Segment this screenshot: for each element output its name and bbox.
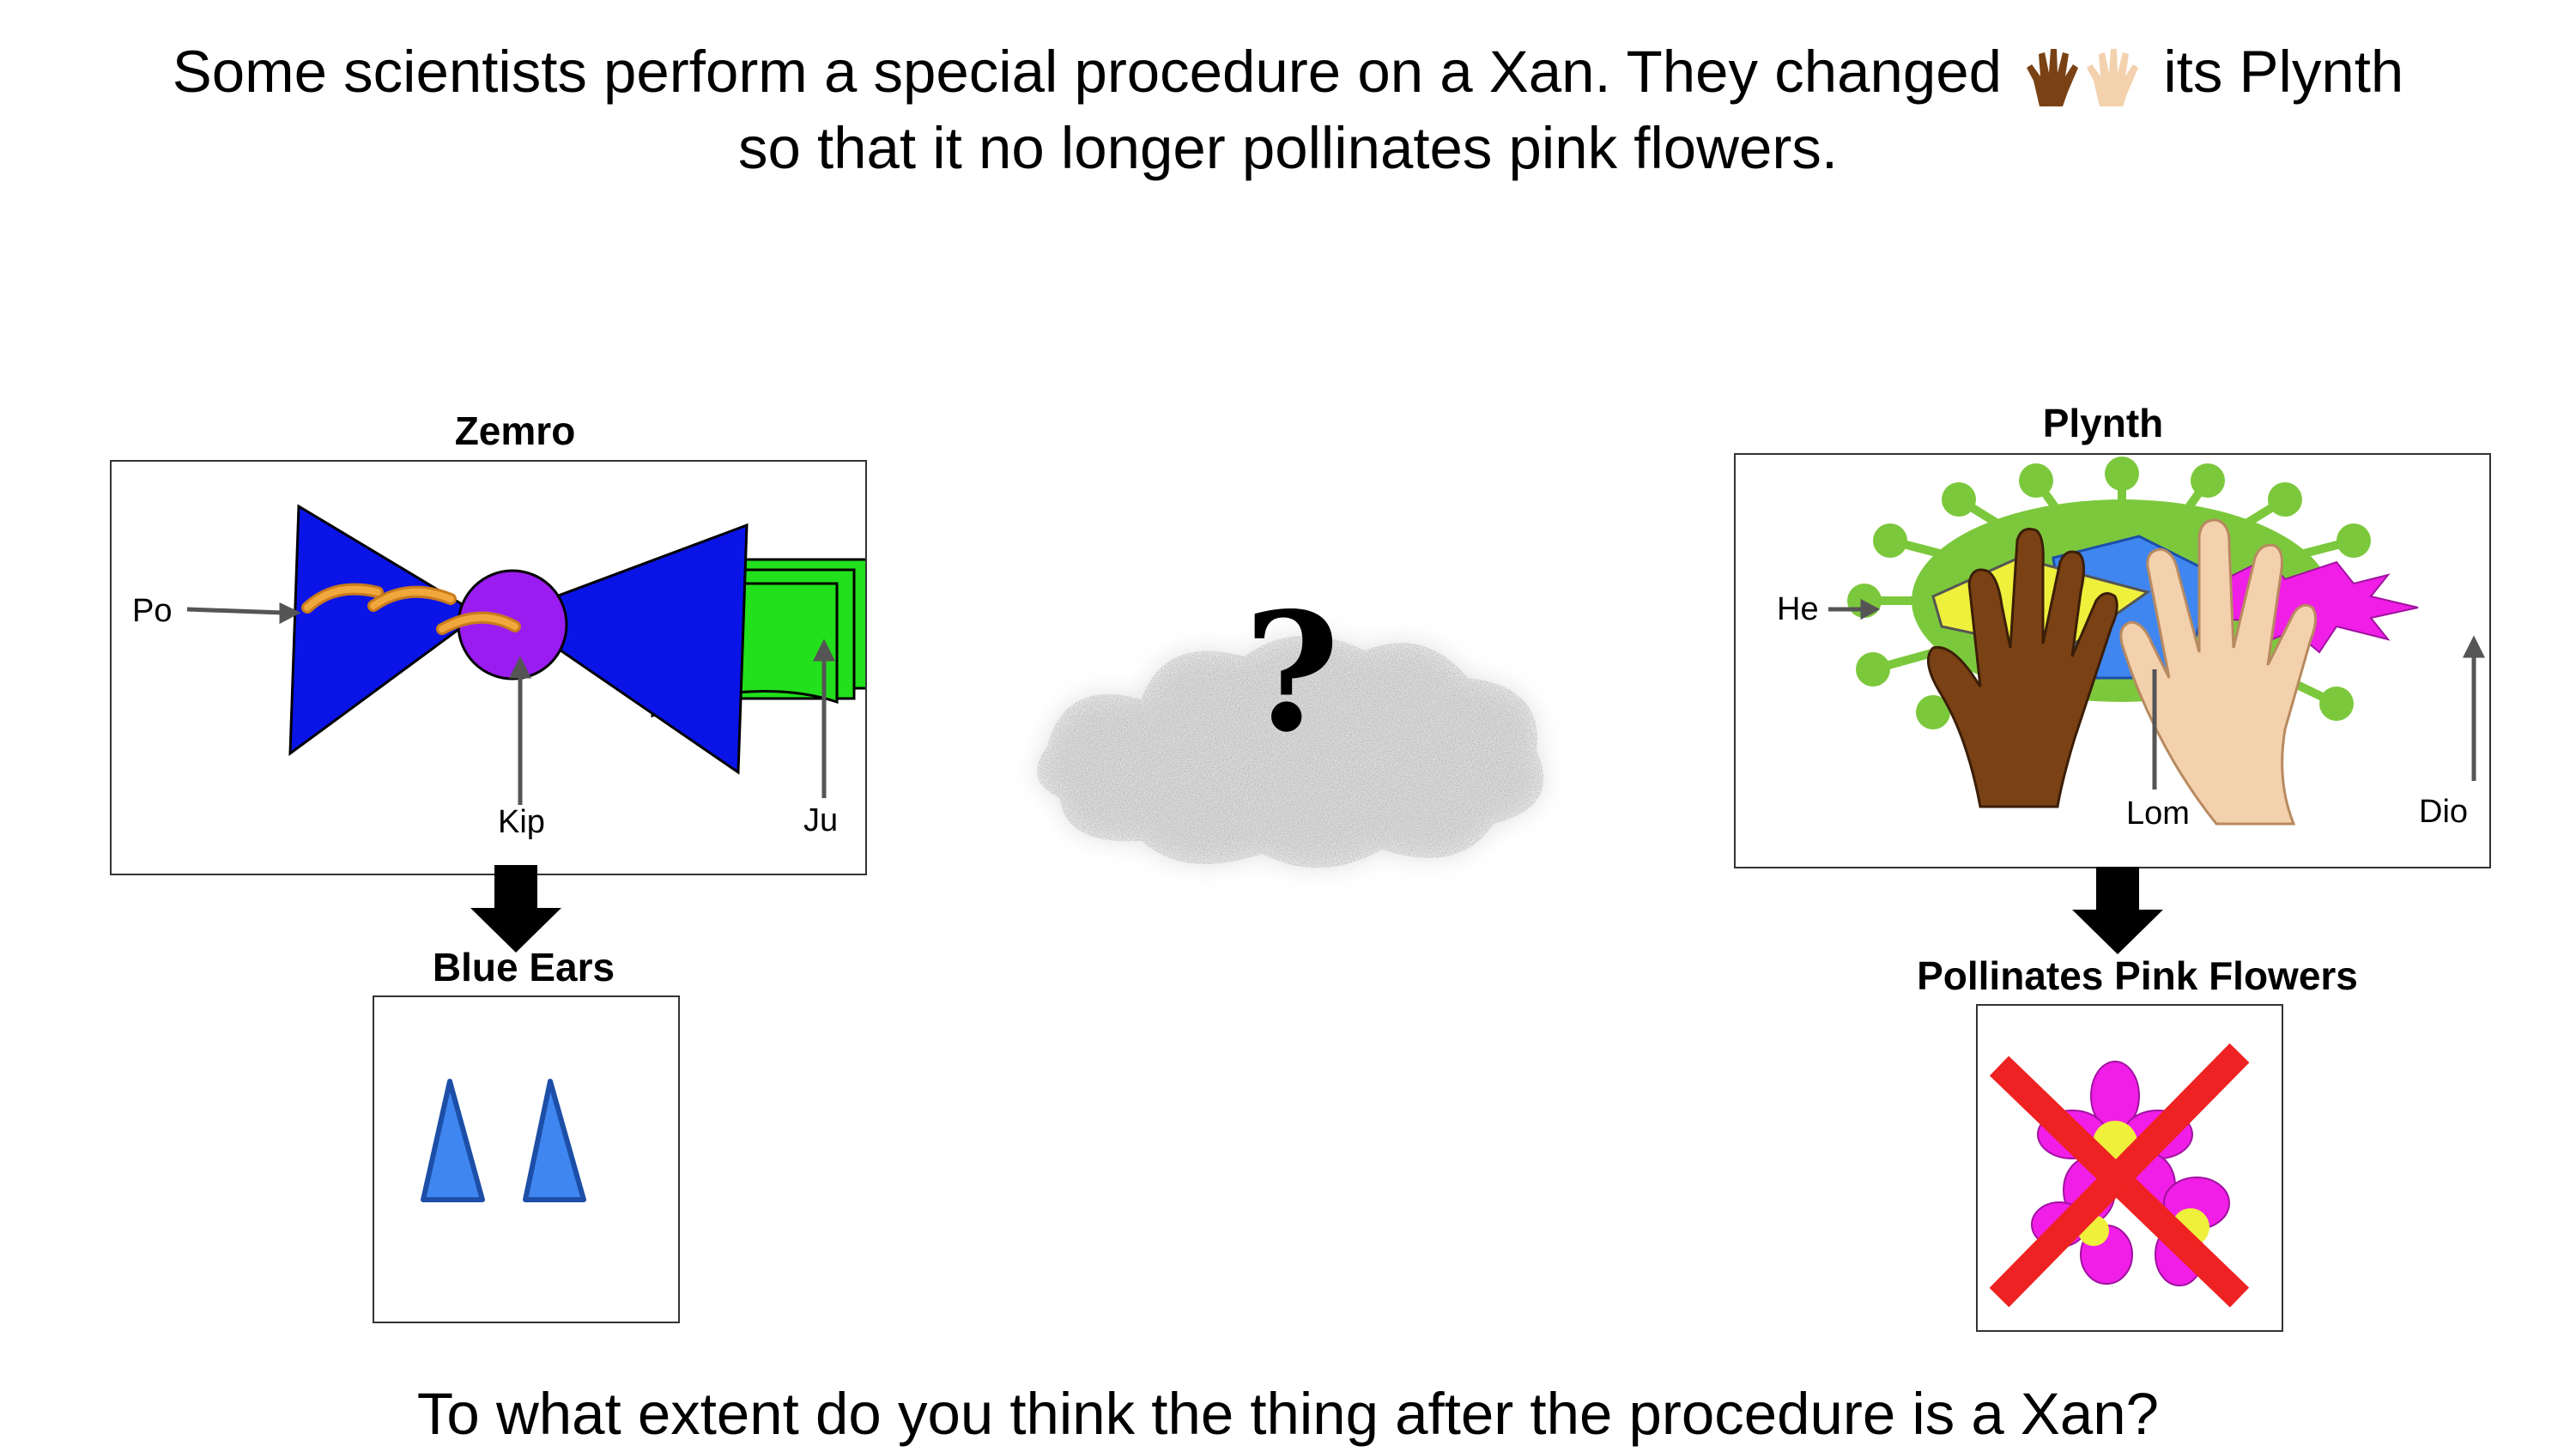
po-arrow xyxy=(186,607,284,615)
label-lom: Lom xyxy=(2126,796,2190,832)
label-po: Po xyxy=(132,593,172,629)
plynth-title: Plynth xyxy=(2042,401,2164,445)
light-hand-icon xyxy=(2087,48,2139,106)
hands-icon xyxy=(2027,48,2139,106)
label-dio: Dio xyxy=(2419,794,2468,830)
label-he: He xyxy=(1777,591,1819,627)
zemro-panel: Po Kip Ju xyxy=(110,460,869,875)
pollinates-title: Pollinates Pink Flowers xyxy=(1917,953,2358,998)
down-arrow-right xyxy=(2072,867,2163,954)
prompt-line-1: Some scientists perform a special proced… xyxy=(0,34,2576,111)
prompt-line-1-start: Some scientists perform a special proced… xyxy=(172,39,2002,105)
dark-hand-icon xyxy=(2027,48,2079,106)
down-arrow-left xyxy=(470,865,561,953)
label-ju: Ju xyxy=(803,802,838,838)
plynth-illustration: He Lom Dio xyxy=(1777,457,2486,832)
prompt-text: Some scientists perform a special proced… xyxy=(0,34,2576,186)
dio-arrowhead xyxy=(2462,635,2486,658)
mystery-cloud: ? xyxy=(1037,577,1544,868)
blue-ears-title: Blue Ears xyxy=(432,945,615,989)
crossed-out-pink-flower-icon xyxy=(1989,1043,2250,1308)
label-kip: Kip xyxy=(498,804,545,840)
blue-ears-panel xyxy=(373,995,680,1323)
blue-triangles-icon xyxy=(421,1079,586,1202)
mystery-question-mark: ? xyxy=(1244,577,1339,768)
zemro-illustration: Po Kip Ju xyxy=(132,504,869,840)
prompt-line-2: so that it no longer pollinates pink flo… xyxy=(737,114,1839,181)
plynth-panel: He Lom Dio xyxy=(1734,453,2491,868)
pollinates-panel xyxy=(1976,1004,2283,1332)
zemro-title: Zemro xyxy=(454,408,576,453)
prompt-line-1-end: its Plynth xyxy=(2163,39,2404,105)
question-text: To what extent do you think the thing af… xyxy=(416,1381,2160,1447)
